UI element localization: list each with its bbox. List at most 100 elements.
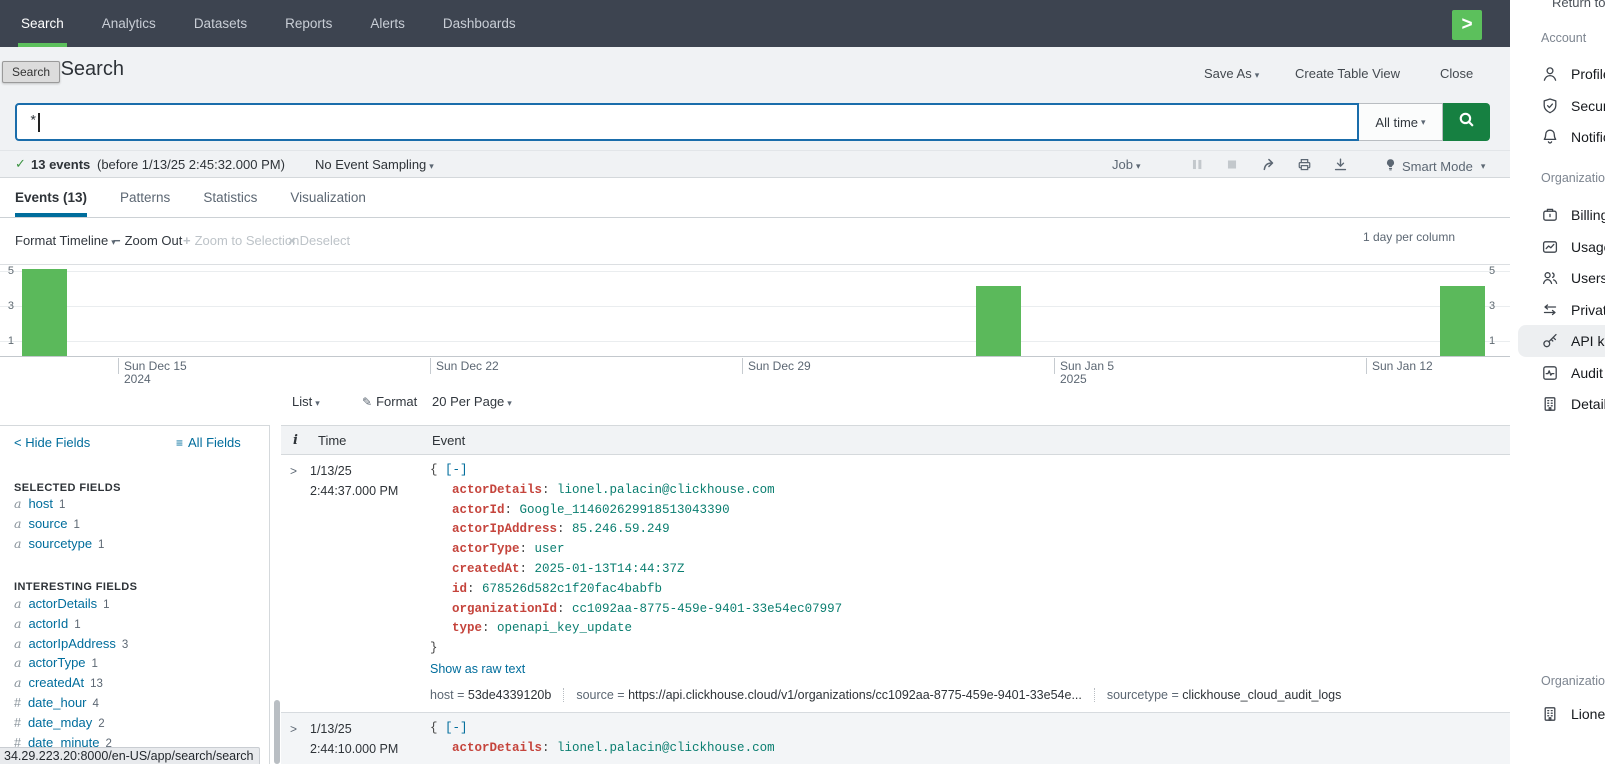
pause-icon[interactable] xyxy=(1190,157,1206,173)
hide-fields-link[interactable]: < Hide Fields xyxy=(14,435,90,450)
search-input[interactable]: * xyxy=(15,103,1359,141)
nav-item-alerts[interactable]: Alerts xyxy=(369,0,406,47)
event-row: >1/13/252:44:10.000 PM{ [-]actorDetails:… xyxy=(281,713,1510,764)
expand-row-icon[interactable]: > xyxy=(281,713,310,764)
field-item-date_mday[interactable]: #date_mday2 xyxy=(14,715,105,735)
menu-item-security[interactable]: Security xyxy=(1518,90,1605,122)
smart-mode-dropdown[interactable]: Smart Mode▾ xyxy=(1384,157,1485,175)
field-item-sourcetype[interactable]: asourcetype1 xyxy=(14,536,104,556)
event-json: { [-]actorDetails: lionel.palacin@clickh… xyxy=(430,719,1510,759)
tab-patterns[interactable]: Patterns xyxy=(120,178,170,217)
billing-icon xyxy=(1541,206,1559,224)
search-icon xyxy=(1458,111,1475,133)
all-fields-link[interactable]: ≡All Fields xyxy=(176,435,241,450)
return-to-link[interactable]: Return to xyxy=(1552,0,1605,10)
nav-item-reports[interactable]: Reports xyxy=(284,0,333,47)
menu-item-billing[interactable]: Billing xyxy=(1518,199,1605,231)
json-value: lionel.palacin@clickhouse.com xyxy=(550,483,775,497)
menu-item-details[interactable]: Details xyxy=(1518,388,1605,420)
menu-item-private-endpoints[interactable]: Private endpoints xyxy=(1518,294,1605,326)
top-nav: Search Analytics Datasets Reports Alerts Dash… xyxy=(0,0,1510,47)
menu-item-profile[interactable]: Profile xyxy=(1518,58,1605,90)
timeline-bar[interactable] xyxy=(1440,286,1485,356)
share-icon[interactable] xyxy=(1262,157,1278,173)
key-icon xyxy=(1541,332,1559,350)
field-item-actorId[interactable]: aactorId1 xyxy=(14,616,81,636)
field-name: date_mday xyxy=(28,715,92,730)
fields-sidebar: < Hide Fields ≡All Fields SELECTED FIELD… xyxy=(0,425,270,764)
timeline-scale-note: 1 day per column xyxy=(1363,230,1455,244)
menu-item-api-keys[interactable]: API keys xyxy=(1518,325,1605,357)
menu-item-users[interactable]: Users xyxy=(1518,262,1605,294)
format-button[interactable]: ✎Format xyxy=(362,394,417,409)
nav-item-analytics[interactable]: Analytics xyxy=(101,0,157,47)
create-table-view-button[interactable]: Create Table View xyxy=(1295,66,1400,81)
field-item-createdAt[interactable]: acreatedAt13 xyxy=(14,675,103,695)
stop-icon[interactable] xyxy=(1225,157,1241,173)
splunk-logo-icon[interactable]: > xyxy=(1452,10,1482,40)
timeline-bar[interactable] xyxy=(976,286,1021,356)
field-item-actorType[interactable]: aactorType1 xyxy=(14,655,98,675)
field-item-date_hour[interactable]: #date_hour4 xyxy=(14,695,99,715)
job-menu[interactable]: Job▾ xyxy=(1112,157,1141,172)
bell-icon xyxy=(1541,128,1559,146)
meta-sourcetype[interactable]: sourcetype = clickhouse_cloud_audit_logs xyxy=(1094,688,1342,702)
events-table: i Time Event >1/13/252:44:37.000 PM{ [-]… xyxy=(281,425,1510,764)
print-icon[interactable] xyxy=(1297,157,1313,173)
events-timeline-chart[interactable]: 113355 xyxy=(0,264,1510,357)
nav-item-search[interactable]: Search xyxy=(20,0,65,47)
tab-events-[interactable]: Events (13) xyxy=(15,178,87,217)
field-item-source[interactable]: asource1 xyxy=(14,516,80,536)
menu-item-lionel[interactable]: Lionel xyxy=(1518,698,1605,730)
chevron-down-icon: ▾ xyxy=(1421,117,1426,128)
splunk-window: Search Analytics Datasets Reports Alerts Dash… xyxy=(0,0,1510,764)
x-axis-label: Sun Dec 22 xyxy=(436,360,499,373)
json-key: createdAt xyxy=(452,562,520,576)
nav-item-dashboards[interactable]: Dashboards xyxy=(442,0,517,47)
json-value: Google_114602629918513043390 xyxy=(512,503,730,517)
menu-item-notifications[interactable]: Notifications xyxy=(1518,121,1605,153)
string-field-icon: a xyxy=(14,496,21,511)
export-icon[interactable] xyxy=(1333,157,1349,173)
field-count: 1 xyxy=(73,519,79,531)
menu-item-label: Details xyxy=(1571,396,1605,412)
collapse-toggle[interactable]: [-] xyxy=(445,463,468,477)
menu-item-audit[interactable]: Audit xyxy=(1518,357,1605,389)
format-timeline-dropdown[interactable]: Format Timeline▾ xyxy=(15,233,116,248)
collapse-toggle[interactable]: [-] xyxy=(445,721,468,735)
numeric-field-icon: # xyxy=(14,696,21,710)
expand-row-icon[interactable]: > xyxy=(281,455,310,712)
field-item-host[interactable]: ahost1 xyxy=(14,496,65,516)
tab-visualization[interactable]: Visualization xyxy=(290,178,366,217)
list-view-dropdown[interactable]: List▾ xyxy=(292,394,320,409)
menu-item-usage[interactable]: Usage xyxy=(1518,231,1605,263)
chevron-down-icon: ▾ xyxy=(1481,161,1486,172)
search-button[interactable] xyxy=(1443,103,1490,141)
string-field-icon: a xyxy=(14,655,21,670)
field-item-actorDetails[interactable]: aactorDetails1 xyxy=(14,596,110,616)
field-name: actorId xyxy=(28,616,68,631)
browser-status-bar: 34.29.223.20:8000/en-US/app/search/searc… xyxy=(0,747,260,764)
list-icon: ≡ xyxy=(176,436,183,450)
nav-item-datasets[interactable]: Datasets xyxy=(193,0,248,47)
tab-statistics[interactable]: Statistics xyxy=(203,178,257,217)
field-item-actorIpAddress[interactable]: aactorIpAddress3 xyxy=(14,636,128,656)
event-time: 1/13/252:44:10.000 PM xyxy=(310,713,428,764)
chevron-left-icon: < xyxy=(14,435,22,450)
save-as-button[interactable]: Save As▾ xyxy=(1204,66,1259,81)
field-name: host xyxy=(28,496,53,511)
zoom-out-button[interactable]: −Zoom Out xyxy=(113,233,182,248)
time-range-picker[interactable]: All time▾ xyxy=(1359,103,1443,141)
json-value: 85.246.59.249 xyxy=(565,522,670,536)
show-raw-text-link[interactable]: Show as raw text xyxy=(430,662,525,676)
meta-host[interactable]: host = 53de4339120b xyxy=(430,688,551,702)
timeline-bar[interactable] xyxy=(22,269,67,357)
json-key: actorIpAddress xyxy=(452,522,557,536)
close-button[interactable]: Close xyxy=(1440,66,1473,81)
meta-source[interactable]: source = https://api.clickhouse.cloud/v1… xyxy=(563,688,1082,702)
search-query-text: * xyxy=(29,114,37,130)
per-page-dropdown[interactable]: 20 Per Page▾ xyxy=(432,394,512,409)
menu-item-label: Billing xyxy=(1571,207,1605,223)
scrollbar-thumb[interactable] xyxy=(274,700,280,764)
event-sampling-dropdown[interactable]: No Event Sampling▾ xyxy=(315,157,434,172)
